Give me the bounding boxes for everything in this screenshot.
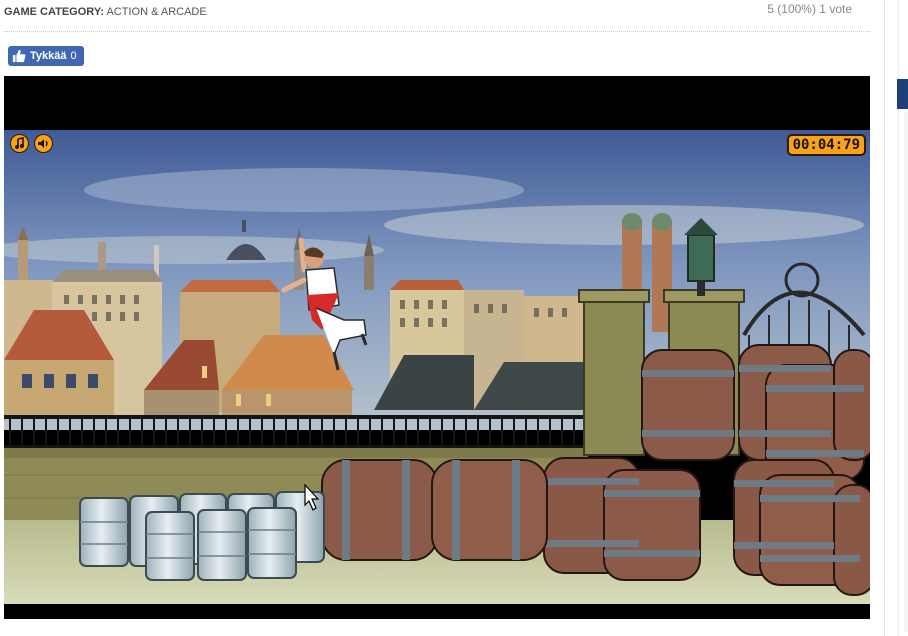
- rating-text: 5 (100%) 1 vote: [767, 2, 852, 16]
- thumbs-up-icon: [12, 49, 26, 63]
- divider: [4, 31, 870, 32]
- facebook-like-button[interactable]: Tykkää 0: [8, 46, 84, 66]
- music-note-icon[interactable]: [10, 134, 29, 153]
- game-scene: [4, 130, 870, 604]
- game-info-bar: GAME CATEGORY: ACTION & ARCADE 5 (100%) …: [0, 0, 870, 32]
- sidebar-strip: [904, 112, 908, 632]
- game-canvas[interactable]: 00:04:79: [4, 130, 870, 604]
- sidebar-tab[interactable]: [897, 79, 908, 109]
- sound-icon[interactable]: [34, 134, 53, 153]
- game-category: GAME CATEGORY: ACTION & ARCADE: [4, 6, 207, 18]
- game-timer: 00:04:79: [786, 134, 866, 156]
- category-value[interactable]: ACTION & ARCADE: [106, 6, 206, 18]
- category-label: GAME CATEGORY:: [4, 6, 105, 18]
- like-label: Tykkää: [30, 50, 67, 62]
- like-count: 0: [70, 50, 77, 62]
- sidebar-border: [884, 0, 885, 636]
- game-player[interactable]: 00:04:79: [4, 76, 870, 619]
